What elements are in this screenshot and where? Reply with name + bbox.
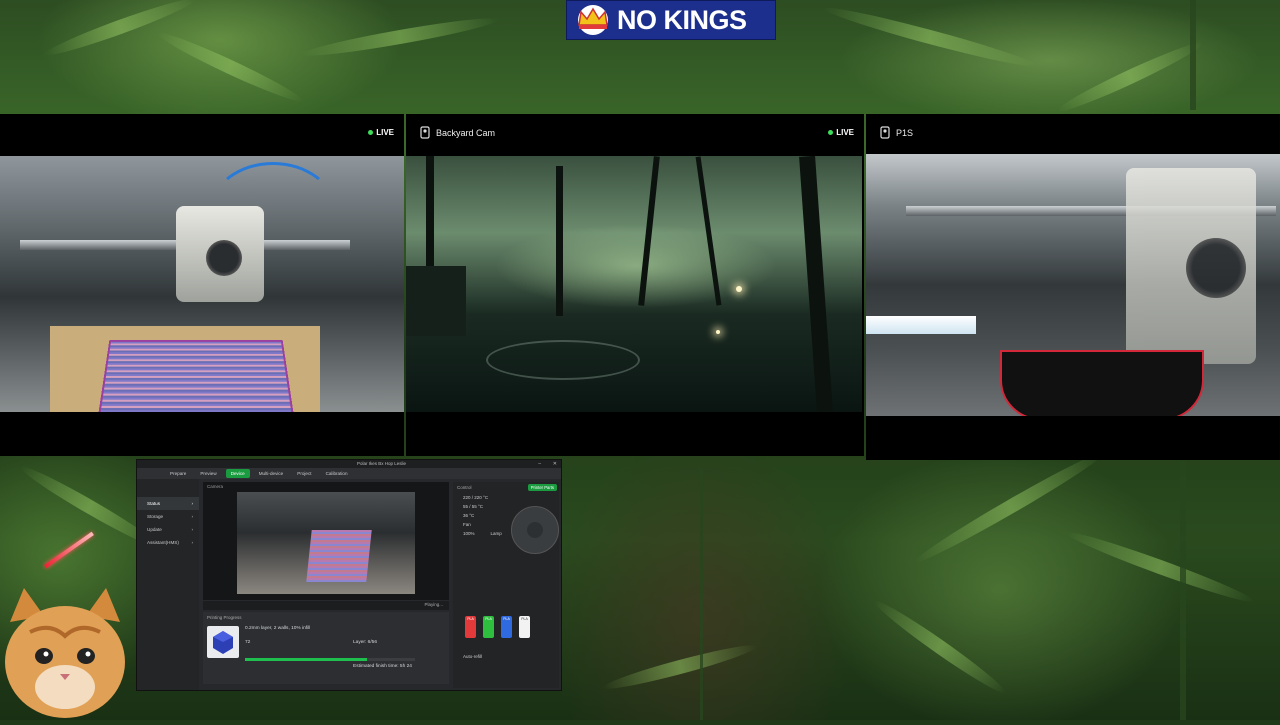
stem-decoration [1180,460,1186,720]
progress-percent: 72 [245,640,251,645]
sidebar-item-update[interactable]: Update › [137,523,199,536]
leaf-decoration [1054,36,1206,118]
spool-slot[interactable]: PLA [465,616,476,638]
camera-panel-backyard[interactable]: Backyard Cam LIVE [406,114,864,456]
printer-parts-button[interactable]: Printer Parts [527,484,557,491]
leaf-decoration [42,0,198,61]
tab-calibration[interactable]: Calibration [321,469,353,478]
printer-app-window[interactable]: Polar Ikes Bx Hop Leslie – ✕ Prepare Pre… [136,459,562,691]
device-camera-feed [237,492,415,594]
phone-icon [420,126,430,139]
model-thumbnail [207,626,239,658]
print-head [1126,168,1256,364]
sidebar-item-storage[interactable]: Storage › [137,510,199,523]
job-description: 0.2mm layer, 2 walls, 10% infill [245,626,311,631]
app-menu-bar: Prepare Preview Device Multi-device Proj… [137,468,561,479]
spool-slot[interactable]: PLA [519,616,530,638]
layer-count: Layer: 6/56 [353,640,378,645]
camera-title: P1S [896,128,914,138]
tab-multi-device[interactable]: Multi-device [254,469,289,478]
nozzle-temp[interactable]: 220 / 220 °C [453,493,559,502]
phone-icon [880,126,890,139]
camera-header: Camera [207,484,224,489]
lamp-label[interactable]: Lamp [491,531,502,536]
tab-preview[interactable]: Preview [195,469,221,478]
printed-part [1000,350,1204,416]
control-header: Control [457,485,472,490]
progress-bar [245,658,415,661]
leaf-decoration [1063,526,1257,608]
tab-project[interactable]: Project [292,469,316,478]
camera-feed [0,156,404,412]
porch-light [716,330,720,334]
ground-ring [486,340,640,380]
stem-decoration [700,470,703,720]
sidebar-item-status[interactable]: Status › [137,497,199,510]
close-button[interactable]: ✕ [553,461,557,467]
axis-jog-dial[interactable] [511,506,559,554]
led-strip [866,316,976,334]
leaf-decoration [870,595,1010,699]
leaf-decoration [600,639,760,695]
live-indicator: LIVE [368,128,394,137]
leaf-decoration [911,445,1109,569]
estimated-finish: Estimated finish time: 5h 24 [353,664,412,669]
no-kings-banner: NO KINGS [566,0,776,40]
tab-device[interactable]: Device [225,469,250,478]
video-control-bar: Playing... [203,601,449,610]
speed-value[interactable]: 100% [463,531,475,536]
spool-slot[interactable]: PLA [483,616,494,638]
leaf-decoration [154,26,306,108]
camera-panel-printer-left[interactable]: LIVE [0,114,404,456]
sidebar-item-assistant[interactable]: Assistant(HMS) › [137,536,199,549]
auto-refill-button[interactable]: Auto-refill [453,652,482,661]
live-dot-icon [828,130,834,135]
tab-prepare[interactable]: Prepare [165,469,191,478]
banner-text: NO KINGS [617,4,747,35]
kitten-overlay [0,582,130,720]
device-camera-view: Camera [203,482,449,600]
live-indicator: LIVE [828,128,854,137]
spool-slot[interactable]: PLA [501,616,512,638]
camera-feed [406,156,862,412]
app-sidebar: Status › Storage › Update › Assistant(HMS) › [137,479,199,690]
window-title: Polar Ikes Bx Hop Leslie [357,461,407,466]
control-panel: Control Printer Parts 220 / 220 °C 55 / 5… [453,482,559,688]
camera-title: Backyard Cam [436,128,496,138]
playing-status: Playing... [424,602,443,607]
live-dot-icon [368,130,374,135]
crown-icon [567,1,617,39]
leaf-decoration [821,1,1039,73]
porch-light [736,286,742,292]
leaf-decoration [300,12,500,62]
print-head [176,206,264,302]
progress-header: Printing Progress [207,615,242,620]
app-titlebar: Polar Ikes Bx Hop Leslie – ✕ [137,460,561,468]
stem-decoration [1190,0,1196,110]
camera-feed [866,154,1280,416]
minimize-button[interactable]: – [538,461,541,467]
printed-part [97,340,295,412]
printing-progress-card: Printing Progress 0.2mm layer, 2 walls, … [203,612,449,684]
camera-panel-p1s[interactable]: P1S [866,114,1280,460]
